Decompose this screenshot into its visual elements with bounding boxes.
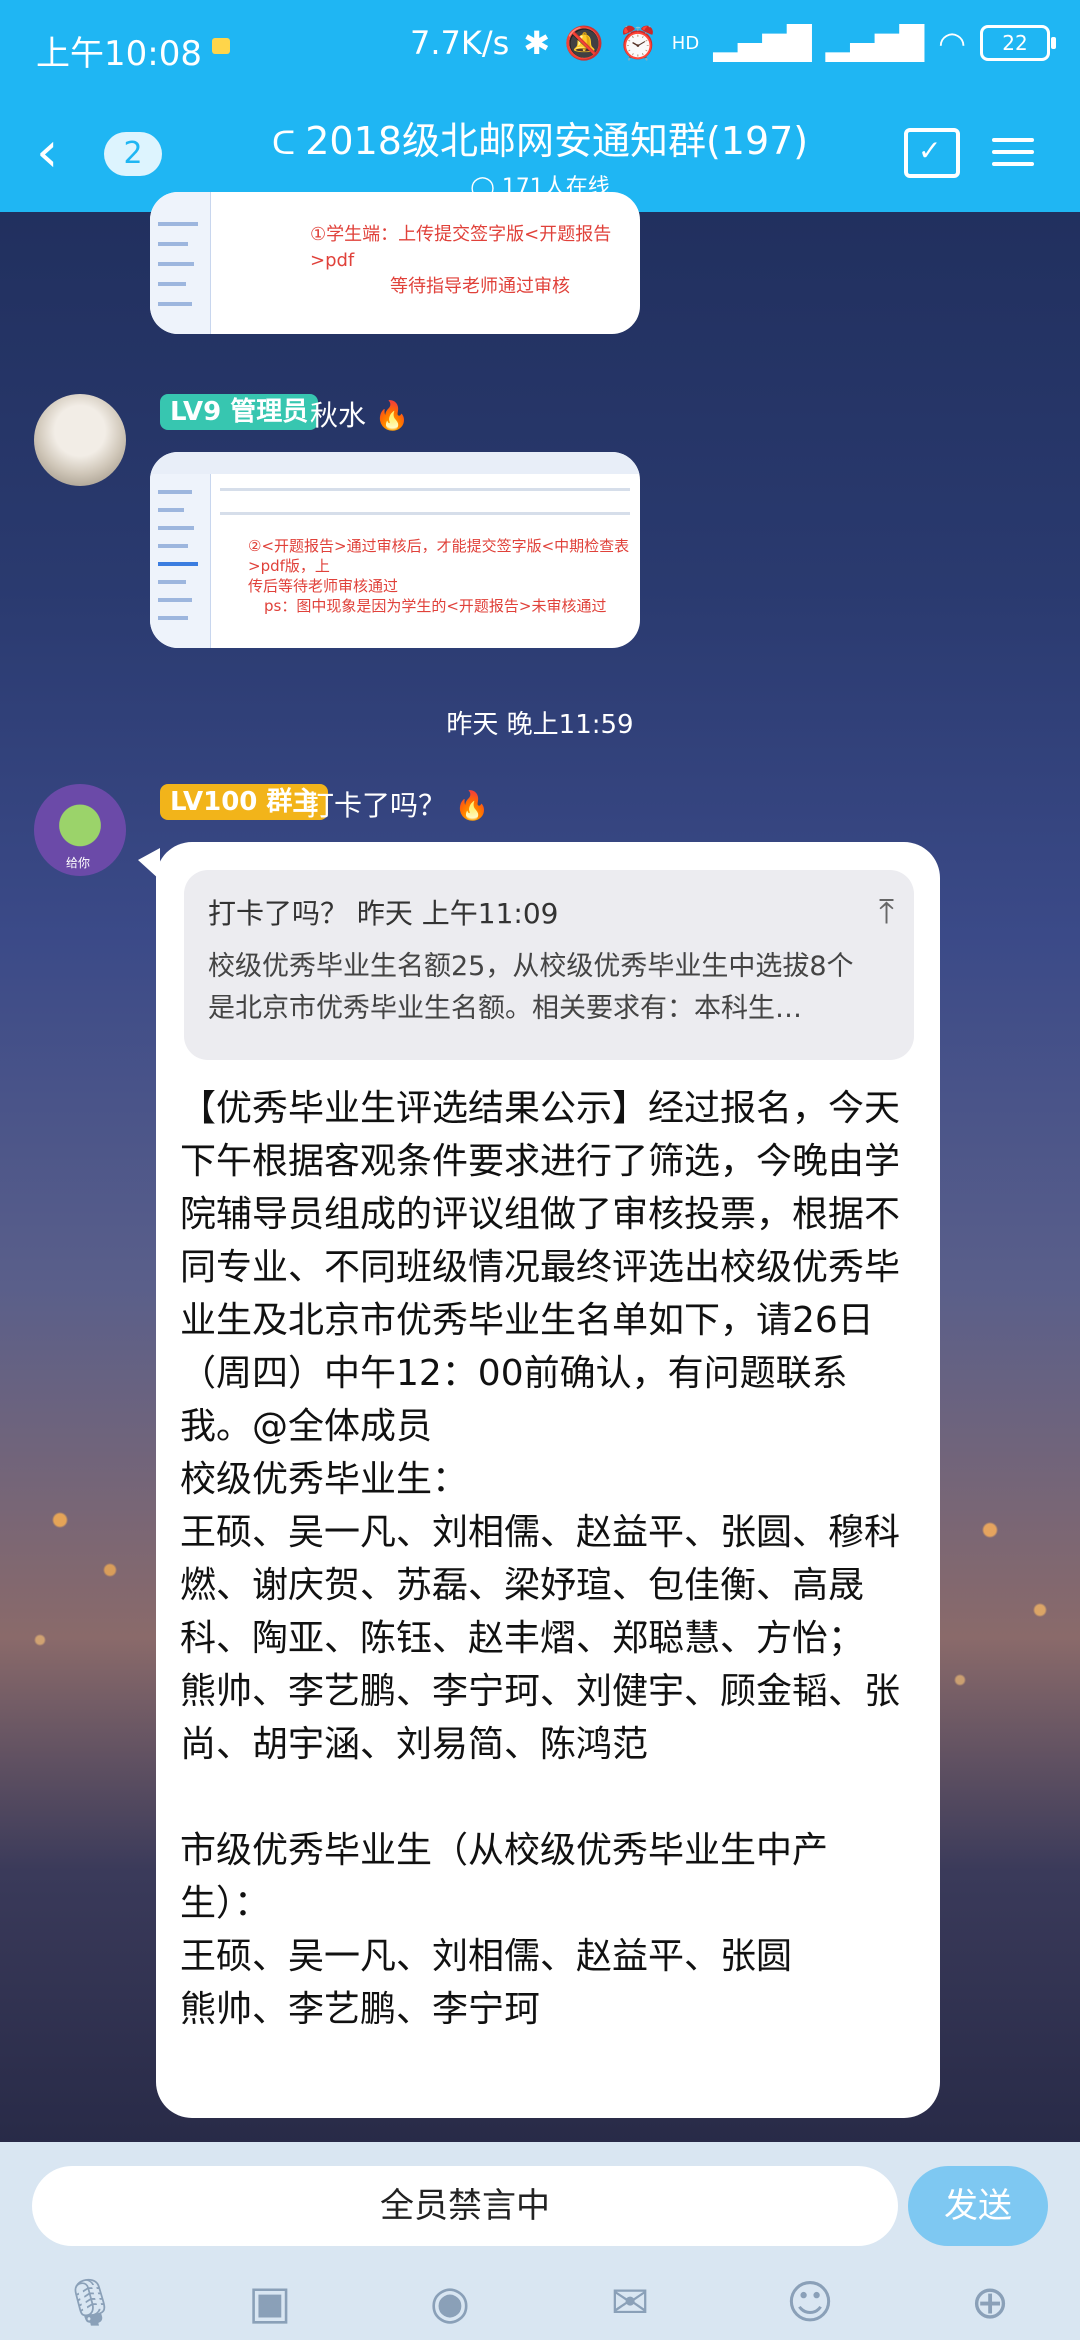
message-text: 【优秀毕业生评选结果公示】经过报名，今天下午根据客观条件要求进行了筛选，今晚由学… bbox=[180, 1088, 901, 2030]
owner-name: 打卡了吗？ 🔥 bbox=[306, 789, 490, 822]
group-title: 2018级北邮网安通知群(197) bbox=[305, 119, 809, 163]
red-packet-icon[interactable]: ✉ bbox=[600, 2274, 660, 2330]
send-button[interactable]: 发送 bbox=[908, 2166, 1048, 2246]
message-bubble[interactable]: 打卡了吗？ 昨天 上午11:09 ⤒ 校级优秀毕业生名额25，从校级优秀毕业生中… bbox=[138, 842, 940, 2118]
screenshot-image-1[interactable]: ①学生端：上传提交签字版<开题报告>pdf 等待指导老师通过审核 bbox=[150, 192, 640, 334]
title-block[interactable]: ᑕ 2018级北邮网安通知群(197) ◯ 171人在线 bbox=[240, 110, 840, 201]
admin-name: 秋水 🔥 bbox=[310, 399, 410, 432]
quoted-message[interactable]: 打卡了吗？ 昨天 上午11:09 ⤒ 校级优秀毕业生名额25，从校级优秀毕业生中… bbox=[184, 870, 914, 1060]
quote-body: 校级优秀毕业生名额25，从校级优秀毕业生中选拔8个是北京市优秀毕业生名额。相关要… bbox=[208, 951, 854, 1024]
signal-icon: ▂▄▆█ bbox=[713, 24, 812, 62]
input-bar: 全员禁言中 发送 🎙 ▣ ◉ ✉ ☺ ⊕ bbox=[0, 2142, 1080, 2340]
microphone-icon[interactable]: 🎙 bbox=[60, 2274, 120, 2330]
avatar-caption: 给你 bbox=[66, 856, 91, 870]
status-bar: 上午10:08 7.7K/s ✱ 🔕 ⏰ HD ▂▄▆█ ▂▄▆█ ◠ 22 bbox=[0, 0, 1080, 96]
camera-icon[interactable]: ◉ bbox=[420, 2274, 480, 2330]
muted-input: 全员禁言中 bbox=[32, 2166, 898, 2246]
status-icons: 7.7K/s ✱ 🔕 ⏰ HD ▂▄▆█ ▂▄▆█ ◠ 22 bbox=[409, 24, 1056, 62]
plus-icon[interactable]: ⊕ bbox=[960, 2274, 1020, 2330]
battery-icon: 22 bbox=[980, 25, 1056, 61]
ear-icon: ᑕ bbox=[271, 124, 296, 162]
calendar-check-icon[interactable] bbox=[904, 128, 960, 178]
screenshot-sidebar bbox=[150, 192, 211, 334]
network-speed: 7.7K/s bbox=[409, 24, 510, 62]
jump-to-quote-icon[interactable]: ⤒ bbox=[879, 892, 894, 932]
screenshot-note-2: ②<开题报告>通过审核后，才能提交签字版<中期检查表>pdf版，上 传后等待老师… bbox=[248, 537, 630, 615]
input-toolbar: 🎙 ▣ ◉ ✉ ☺ ⊕ bbox=[0, 2274, 1080, 2334]
message-list[interactable]: ①学生端：上传提交签字版<开题报告>pdf 等待指导老师通过审核 LV9 管理员… bbox=[0, 192, 1080, 2142]
message-timestamp: 昨天 晚上11:59 bbox=[446, 710, 634, 740]
screenshot-note: ①学生端：上传提交签字版<开题报告>pdf 等待指导老师通过审核 bbox=[310, 224, 612, 297]
fire-icon: 🔥 bbox=[374, 399, 410, 432]
status-time: 上午10:08 bbox=[36, 34, 202, 74]
unread-badge[interactable]: 2 bbox=[104, 132, 162, 176]
quote-header: 打卡了吗？ 昨天 上午11:09 bbox=[208, 897, 559, 930]
bluetooth-icon: ✱ bbox=[523, 24, 551, 62]
signal-icon-2: ▂▄▆█ bbox=[825, 24, 925, 62]
wifi-icon: ◠ bbox=[938, 24, 966, 62]
top-bar: 上午10:08 7.7K/s ✱ 🔕 ⏰ HD ▂▄▆█ ▂▄▆█ ◠ 22 ‹… bbox=[0, 0, 1080, 212]
avatar-owner[interactable]: 给你 bbox=[34, 784, 126, 876]
image-icon[interactable]: ▣ bbox=[240, 2274, 300, 2330]
avatar-admin[interactable] bbox=[34, 394, 126, 486]
hd-label: HD bbox=[671, 32, 700, 54]
emoji-icon[interactable]: ☺ bbox=[780, 2274, 840, 2330]
mute-bell-icon: 🔕 bbox=[564, 24, 604, 62]
menu-icon[interactable] bbox=[992, 130, 1034, 174]
notification-icon bbox=[212, 38, 230, 54]
alarm-icon: ⏰ bbox=[617, 24, 658, 62]
fire-icon: 🔥 bbox=[454, 789, 490, 822]
owner-level-badge: LV100 群主 bbox=[160, 784, 329, 820]
screenshot-image-2[interactable]: ②<开题报告>通过审核后，才能提交签字版<中期检查表>pdf版，上 传后等待老师… bbox=[150, 452, 640, 648]
admin-level-badge: LV9 管理员 bbox=[160, 394, 319, 430]
screenshot-sidebar-2 bbox=[150, 474, 211, 648]
back-icon[interactable]: ‹ bbox=[36, 125, 76, 181]
